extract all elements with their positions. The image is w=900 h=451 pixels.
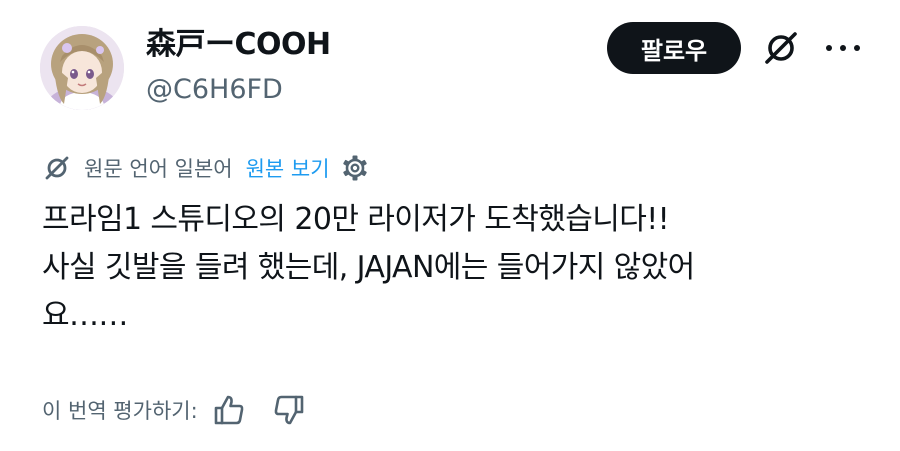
show-original-link[interactable]: 원본 보기 — [246, 153, 330, 183]
translate-icon[interactable] — [760, 27, 802, 69]
avatar-image — [40, 26, 124, 110]
tweet-text-line: 프라임1 스튜디오의 20만 라이저가 도착했습니다!! — [42, 202, 670, 237]
rate-translation-label: 이 번역 평가하기: — [42, 399, 198, 423]
author-handle[interactable]: @C6H6FD — [146, 72, 331, 108]
author-display-name[interactable]: 森戸ーCOOH — [146, 26, 331, 64]
translation-bar: 원문 언어 일본어 원본 보기 — [42, 150, 370, 186]
avatar[interactable] — [40, 26, 124, 110]
rate-translation-row: 이 번역 평가하기: — [42, 390, 306, 430]
thumbs-up-icon[interactable] — [212, 393, 246, 427]
translate-icon — [45, 156, 69, 180]
gear-icon[interactable] — [340, 153, 370, 183]
translation-language-note: 원문 언어 일본어 — [84, 157, 233, 181]
more-icon[interactable] — [823, 38, 863, 58]
follow-button[interactable]: 팔로우 — [607, 22, 741, 74]
thumbs-down-icon[interactable] — [272, 393, 306, 427]
author-block: 森戸ーCOOH @C6H6FD — [146, 26, 331, 108]
tweet-text: 프라임1 스튜디오의 20만 라이저가 도착했습니다!! 사실 깃발을 들려 했… — [42, 196, 842, 340]
tweet-text-line: 사실 깃발을 들려 했는데, JAJAN에는 들어가지 않았어 — [42, 250, 695, 285]
tweet-text-line: 요…… — [42, 298, 128, 333]
